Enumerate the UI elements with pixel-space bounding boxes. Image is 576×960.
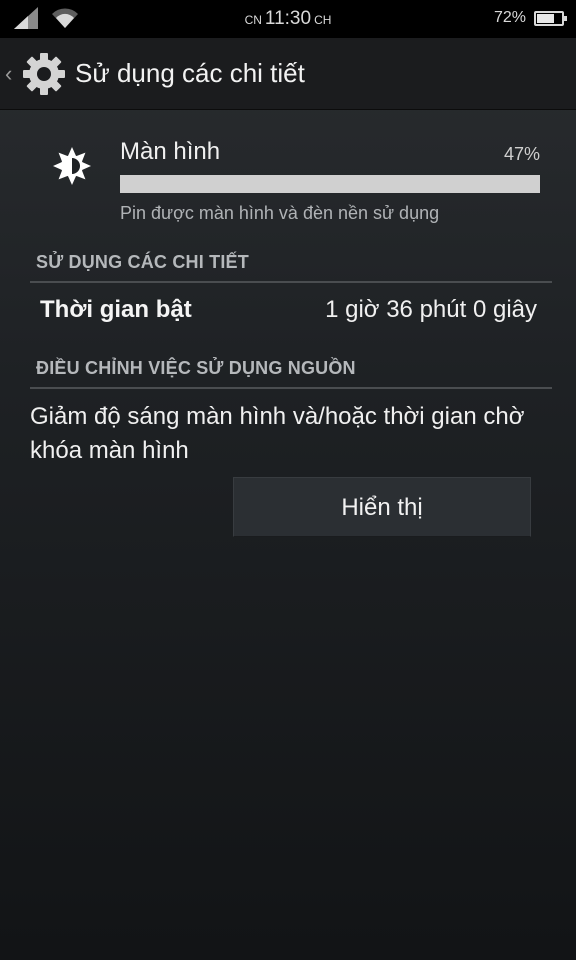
usage-summary: Màn hình 47% Pin được màn hình và đèn nề… (0, 130, 576, 230)
usage-progress-bar (120, 175, 540, 193)
usage-progress-fill (120, 175, 540, 193)
screen: CN 11:30 CH 72% ‹ Sử dụng các chi tiết M… (0, 0, 576, 960)
battery-fill (537, 13, 554, 23)
section-header-adjust: ĐIỀU CHỈNH VIỆC SỬ DỤNG NGUỒN (30, 358, 552, 389)
status-right: 72% (493, 9, 567, 27)
battery-icon (534, 10, 567, 26)
display-settings-button[interactable]: Hiển thị (233, 477, 531, 537)
action-bar: ‹ Sử dụng các chi tiết (0, 38, 576, 110)
clock: CN 11:30 CH (0, 8, 576, 30)
brightness-icon (53, 147, 91, 185)
gear-icon[interactable] (21, 51, 67, 97)
status-bar: CN 11:30 CH 72% (0, 0, 576, 38)
detail-row-uptime: Thời gian bật 1 giờ 36 phút 0 giây (40, 296, 540, 330)
usage-item-name: Màn hình (120, 138, 221, 165)
detail-value: 1 giờ 36 phút 0 giây (325, 296, 537, 323)
adjust-description: Giảm độ sáng màn hình và/hoặc thời gian … (30, 403, 525, 464)
clock-time: 11:30 (264, 8, 312, 29)
clock-prefix: CN (244, 13, 262, 27)
battery-percent: 72% (493, 9, 526, 26)
page-title: Sử dụng các chi tiết (75, 58, 305, 88)
usage-percent: 47% (503, 144, 540, 164)
detail-label: Thời gian bật (40, 296, 192, 323)
usage-subtitle: Pin được màn hình và đèn nền sử dụng (120, 203, 440, 223)
clock-suffix: CH (314, 13, 332, 27)
section-header-details: SỬ DỤNG CÁC CHI TIẾT (30, 252, 552, 283)
back-chevron-icon[interactable]: ‹ (5, 61, 19, 87)
